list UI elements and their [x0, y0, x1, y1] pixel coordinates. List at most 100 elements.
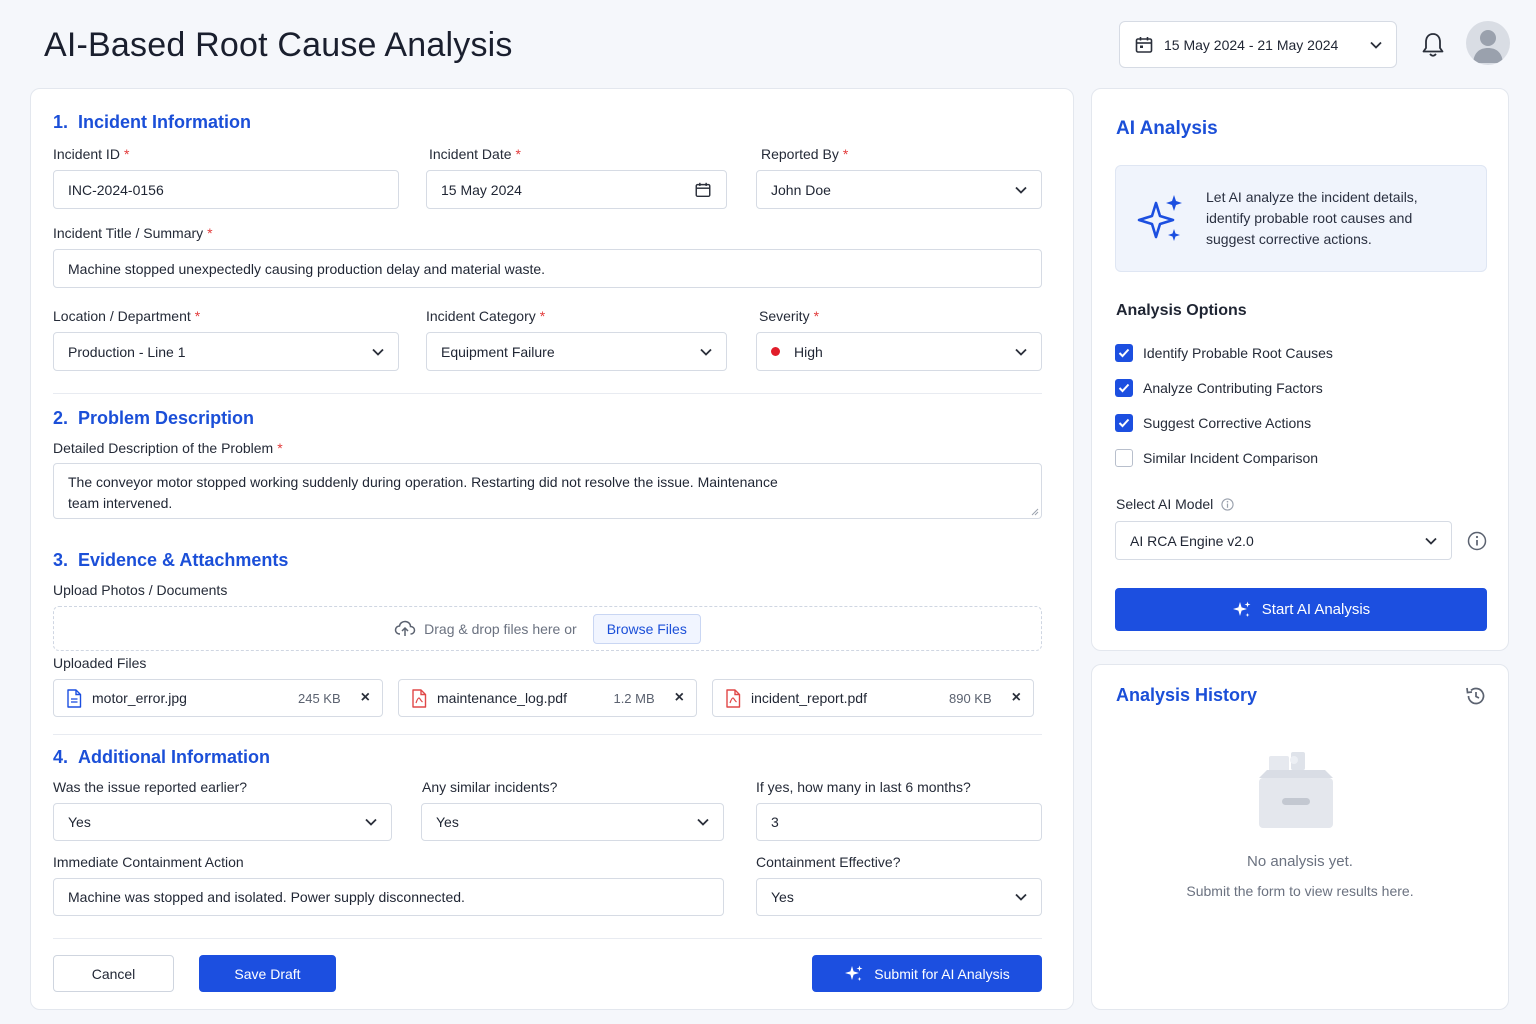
section-divider — [53, 938, 1042, 939]
severity-select[interactable]: High — [756, 332, 1042, 371]
ai-model-label: Select AI Model — [1116, 496, 1234, 512]
similar-incidents-select[interactable]: Yes — [421, 803, 724, 841]
section-divider — [53, 393, 1042, 394]
containment-effective-label: Containment Effective? — [756, 854, 901, 870]
file-size: 1.2 MB — [613, 690, 655, 706]
start-ai-analysis-button[interactable]: Start AI Analysis — [1115, 588, 1487, 631]
category-select[interactable]: Equipment Failure — [426, 332, 727, 371]
incident-title-label: Incident Title / Summary * — [53, 225, 213, 241]
option-contributing-factors[interactable]: Analyze Contributing Factors — [1115, 379, 1323, 397]
severity-label: Severity * — [759, 308, 820, 324]
history-empty-subtitle: Submit the form to view results here. — [1186, 883, 1414, 899]
chevron-down-icon — [372, 348, 384, 356]
file-chip: motor_error.jpg 245 KB × — [53, 679, 383, 717]
option-root-causes[interactable]: Identify Probable Root Causes — [1115, 344, 1333, 362]
containment-input[interactable]: Machine was stopped and isolated. Power … — [53, 878, 724, 916]
ai-info-line-1: Let AI analyze the incident details, — [1206, 189, 1418, 205]
chevron-down-icon — [1370, 41, 1382, 49]
description-line-1: The conveyor motor stopped working sudde… — [68, 474, 778, 490]
cancel-button[interactable]: Cancel — [53, 955, 174, 992]
reported-earlier-select[interactable]: Yes — [53, 803, 392, 841]
calendar-icon[interactable] — [694, 181, 712, 199]
analysis-options-title: Analysis Options — [1116, 302, 1247, 319]
incident-id-label: Incident ID * — [53, 146, 130, 162]
browse-files-button[interactable]: Browse Files — [592, 613, 701, 644]
checkbox-checked[interactable] — [1115, 414, 1133, 432]
sparkle-icon — [1137, 194, 1182, 241]
sparkle-icon — [845, 965, 863, 981]
history-empty-title: No analysis yet. — [1247, 853, 1353, 870]
reported-by-select[interactable]: John Doe — [756, 170, 1042, 209]
save-draft-button[interactable]: Save Draft — [199, 955, 336, 992]
option-corrective-actions[interactable]: Suggest Corrective Actions — [1115, 414, 1311, 432]
incident-id-input[interactable]: INC-2024-0156 — [53, 170, 399, 209]
containment-effective-select[interactable]: Yes — [756, 878, 1042, 916]
info-icon[interactable] — [1221, 497, 1234, 511]
empty-inbox-icon — [1259, 752, 1333, 828]
checkbox-checked[interactable] — [1115, 344, 1133, 362]
checkbox-checked[interactable] — [1115, 379, 1133, 397]
reported-by-label: Reported By * — [761, 146, 849, 162]
file-size: 245 KB — [298, 690, 341, 706]
bell-icon[interactable] — [1418, 30, 1448, 60]
check-icon — [1118, 418, 1130, 428]
uploaded-files-label: Uploaded Files — [53, 655, 147, 671]
remove-file-icon[interactable]: × — [1012, 689, 1021, 707]
sparkle-icon — [1232, 601, 1251, 617]
image-file-icon — [67, 688, 82, 708]
chevron-down-icon — [1015, 893, 1027, 901]
description-textarea[interactable]: The conveyor motor stopped working sudde… — [53, 463, 1042, 519]
description-label: Detailed Description of the Problem * — [53, 440, 283, 456]
info-icon[interactable] — [1467, 531, 1487, 551]
option-similar-incident[interactable]: Similar Incident Comparison — [1115, 449, 1318, 467]
section-incident-information: 1. Incident Information — [53, 112, 252, 132]
check-icon — [1118, 383, 1130, 393]
date-range-picker[interactable]: 15 May 2024 - 21 May 2024 — [1119, 21, 1397, 68]
file-name: maintenance_log.pdf — [437, 690, 567, 706]
date-range-text: 15 May 2024 - 21 May 2024 — [1164, 36, 1339, 53]
user-avatar[interactable] — [1466, 21, 1510, 65]
check-icon — [1118, 348, 1130, 358]
chevron-down-icon — [700, 348, 712, 356]
ai-analysis-title: AI Analysis — [1116, 118, 1218, 139]
ai-info-box: Let AI analyze the incident details, ide… — [1115, 165, 1487, 272]
how-many-label: If yes, how many in last 6 months? — [756, 779, 971, 795]
incident-date-input[interactable]: 15 May 2024 — [426, 170, 727, 209]
file-size: 890 KB — [949, 690, 992, 706]
user-icon — [1473, 30, 1503, 63]
chevron-down-icon — [1015, 186, 1027, 194]
similar-incidents-label: Any similar incidents? — [422, 779, 558, 795]
chevron-down-icon — [1425, 537, 1437, 545]
description-line-2: team intervened. — [68, 495, 173, 511]
resize-handle-icon[interactable] — [1031, 508, 1039, 516]
remove-file-icon[interactable]: × — [675, 689, 684, 707]
submit-button-label: Submit for AI Analysis — [874, 965, 1010, 982]
incident-title-input[interactable]: Machine stopped unexpectedly causing pro… — [53, 249, 1042, 288]
submit-ai-analysis-button[interactable]: Submit for AI Analysis — [812, 955, 1042, 992]
location-label: Location / Department * — [53, 308, 201, 324]
section-evidence-attachments: 3. Evidence & Attachments — [53, 550, 289, 570]
start-button-label: Start AI Analysis — [1261, 601, 1371, 618]
severity-indicator — [771, 347, 780, 356]
calendar-icon — [1135, 36, 1153, 53]
page-title: AI-Based Root Cause Analysis — [44, 26, 513, 64]
location-select[interactable]: Production - Line 1 — [53, 332, 399, 371]
ai-model-select[interactable]: AI RCA Engine v2.0 — [1115, 521, 1452, 560]
category-label: Incident Category * — [426, 308, 546, 324]
pdf-file-icon — [412, 688, 427, 708]
file-dropzone[interactable]: Drag & drop files here or Browse Files — [53, 606, 1042, 651]
upload-label: Upload Photos / Documents — [53, 582, 228, 598]
file-name: incident_report.pdf — [751, 690, 867, 706]
how-many-input[interactable]: 3 — [756, 803, 1042, 841]
chevron-down-icon — [365, 818, 377, 826]
history-icon[interactable] — [1464, 684, 1488, 708]
checkbox-unchecked[interactable] — [1115, 449, 1133, 467]
file-chip: maintenance_log.pdf 1.2 MB × — [398, 679, 697, 717]
reported-earlier-label: Was the issue reported earlier? — [53, 779, 248, 795]
remove-file-icon[interactable]: × — [361, 689, 370, 707]
pdf-file-icon — [726, 688, 741, 708]
section-divider — [53, 734, 1042, 735]
dropzone-text: Drag & drop files here or — [424, 620, 577, 637]
analysis-history-title: Analysis History — [1116, 685, 1258, 705]
cloud-upload-icon — [394, 620, 416, 636]
